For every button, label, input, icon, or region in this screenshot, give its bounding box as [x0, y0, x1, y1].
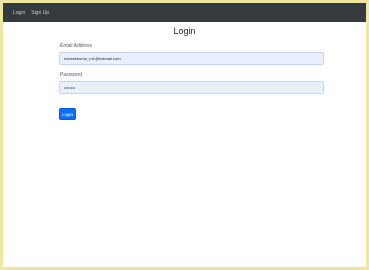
- password-field[interactable]: ••••••••: [59, 81, 324, 94]
- top-navbar: Login Sign Up: [3, 3, 366, 22]
- nav-signup-link[interactable]: Sign Up: [31, 10, 49, 16]
- login-button[interactable]: Login: [59, 108, 76, 120]
- browser-viewport: Login Sign Up Login Email Address nchese…: [3, 3, 366, 267]
- password-value: ••••••••: [64, 85, 76, 90]
- page-title: Login: [173, 26, 196, 36]
- email-field[interactable]: ncheseborne_m1@hotmail.com: [59, 52, 324, 65]
- nav-login-link[interactable]: Login: [13, 10, 25, 16]
- password-label: Password: [60, 72, 82, 78]
- email-value: ncheseborne_m1@hotmail.com: [64, 56, 121, 61]
- email-label: Email Address: [60, 43, 92, 49]
